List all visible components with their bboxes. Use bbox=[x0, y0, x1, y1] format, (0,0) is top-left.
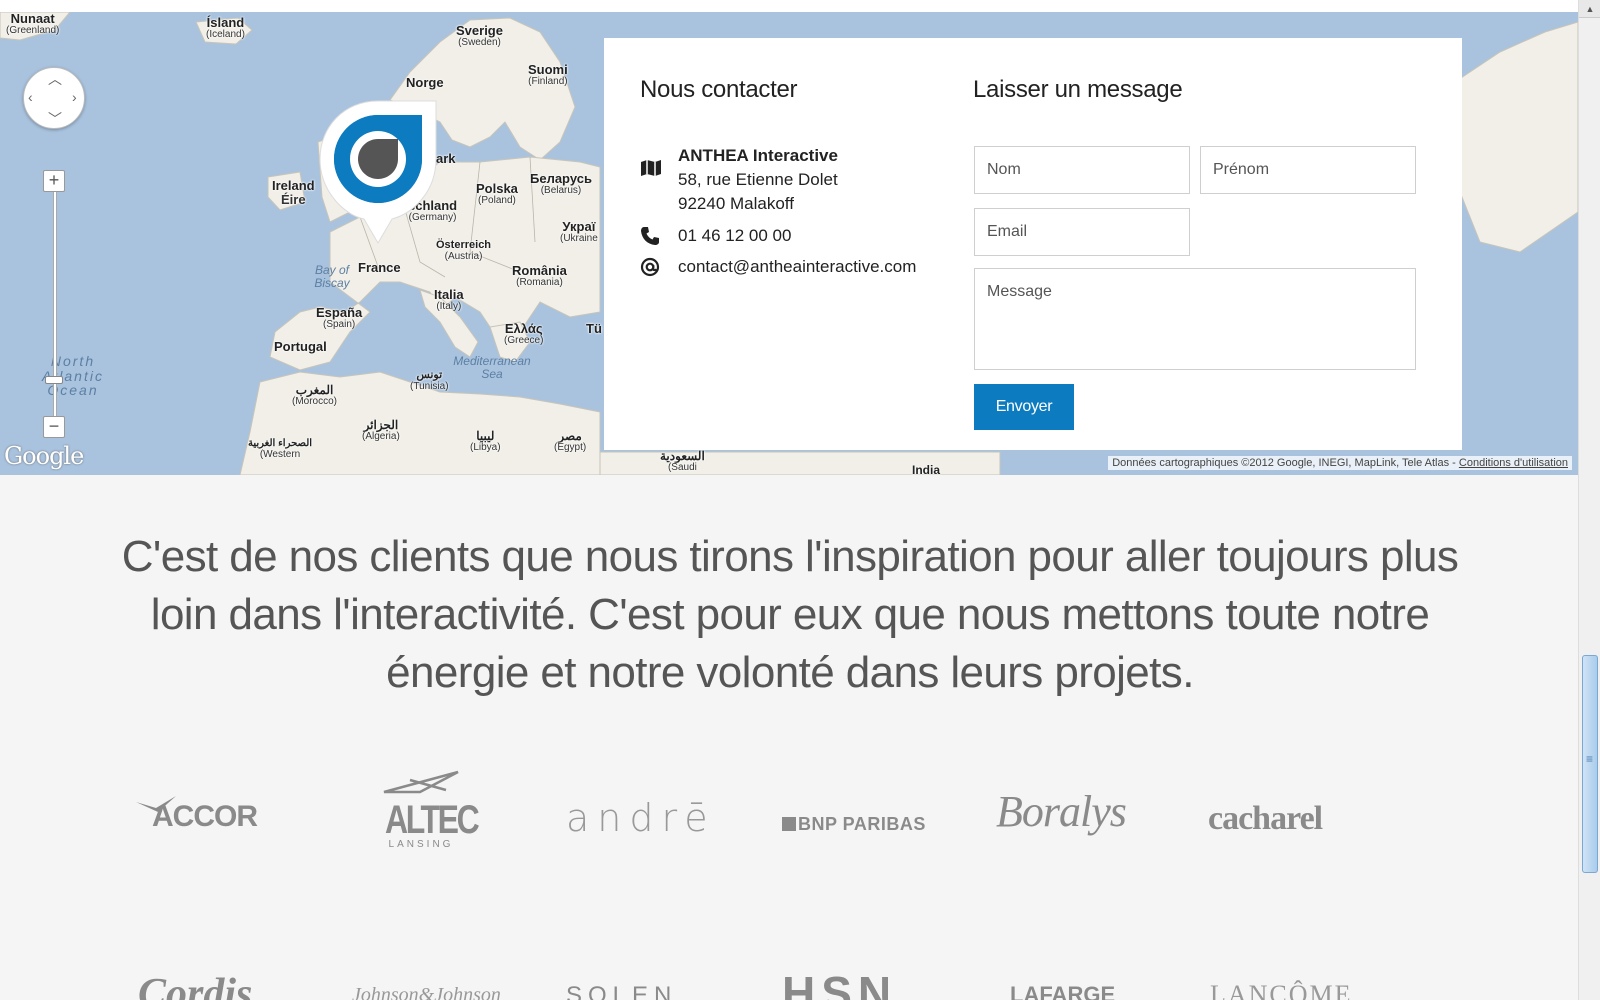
contact-card: Nous contacter ANTHEA Interactive 58, ru… bbox=[604, 38, 1462, 450]
send-button[interactable]: Envoyer bbox=[974, 384, 1074, 430]
client-logo-cacharel: cacharel bbox=[1208, 800, 1323, 837]
email-input[interactable] bbox=[974, 208, 1190, 256]
location-pin-logo-icon[interactable] bbox=[316, 97, 440, 247]
map-label-saudi: السعودية (Saudi bbox=[660, 449, 705, 473]
company-name: ANTHEA Interactive bbox=[678, 146, 838, 165]
map-label-mediterranean: Mediterranean Sea bbox=[453, 354, 531, 381]
page-scrollbar[interactable]: ▲ bbox=[1578, 0, 1600, 1000]
map-label-italy: Italia (Italy) bbox=[434, 287, 464, 312]
client-logo-lafarge: LAFARGE bbox=[1010, 982, 1116, 1000]
map-zoom-in-button[interactable]: + bbox=[43, 170, 65, 192]
map-terms-link[interactable]: Conditions d'utilisation bbox=[1459, 457, 1568, 469]
map-zoom-out-button[interactable]: − bbox=[43, 416, 65, 438]
pan-left-icon[interactable]: ‹ bbox=[28, 90, 33, 104]
map-icon bbox=[640, 144, 678, 192]
map-label-algeria: الجزائر (Algeria) bbox=[362, 418, 400, 442]
map-label-egypt: مصر (Egypt) bbox=[554, 429, 587, 453]
map-zoom-track[interactable] bbox=[53, 190, 57, 430]
client-logo-hsn: HSN bbox=[782, 967, 898, 1000]
client-logo-lancome: LANCÔME bbox=[1210, 980, 1353, 1000]
altec-wing-icon bbox=[383, 770, 459, 794]
map-label-iceland: Ísland (Iceland) bbox=[206, 15, 245, 40]
map-label-turkey: Tü bbox=[586, 321, 602, 336]
map-attribution-text: Données cartographiques ©2012 Google, IN… bbox=[1112, 457, 1459, 469]
address-line-2: 92240 Malakoff bbox=[678, 194, 794, 213]
client-logo-boralys: Boralys bbox=[996, 787, 1127, 836]
bnp-star-icon bbox=[782, 817, 796, 831]
map-attribution: Données cartographiques ©2012 Google, IN… bbox=[1108, 456, 1572, 470]
nom-input[interactable] bbox=[974, 146, 1190, 194]
map-pan-control[interactable]: ︿ ﹀ ‹ › bbox=[23, 67, 85, 129]
prenom-input[interactable] bbox=[1200, 146, 1416, 194]
phone-icon bbox=[640, 224, 678, 248]
scroll-thumb[interactable] bbox=[1582, 655, 1598, 873]
map-label-greenland: Nunaat (Greenland) bbox=[6, 12, 60, 36]
map-label-norway: Norge bbox=[406, 75, 444, 90]
contact-email: contact@antheainteractive.com bbox=[640, 255, 916, 279]
client-logo-cordis: Cordis bbox=[138, 971, 253, 1000]
map-label-belarus: Беларусь (Belarus) bbox=[530, 171, 592, 196]
map-label-greece: Ελλάς (Greece) bbox=[504, 321, 544, 346]
client-logo-johnson: Johnson&Johnson bbox=[352, 984, 501, 1000]
contact-title: Nous contacter bbox=[640, 76, 798, 103]
client-logo-bnp-paribas: BNP PARIBAS bbox=[782, 814, 926, 835]
map-label-morocco: المغرب (Morocco) bbox=[292, 383, 338, 407]
address-line-1: 58, rue Etienne Dolet bbox=[678, 170, 838, 189]
client-logo-solen: SOLEN bbox=[566, 982, 678, 1000]
map-label-france: France bbox=[358, 260, 401, 275]
map-label-portugal: Portugal bbox=[274, 339, 327, 354]
at-sign-icon bbox=[640, 255, 678, 279]
contact-address: ANTHEA Interactive 58, rue Etienne Dolet… bbox=[640, 144, 838, 216]
map-label-tunisia: تونس (Tunisia) bbox=[410, 369, 449, 392]
map-label-finland: Suomi (Finland) bbox=[528, 62, 568, 87]
message-textarea[interactable] bbox=[974, 268, 1416, 370]
client-logo-andre: andrē bbox=[566, 796, 716, 840]
map-label-ukraine: Украї (Ukraine bbox=[560, 219, 598, 244]
map-zoom-slider-handle[interactable] bbox=[45, 376, 63, 384]
map-label-india: India bbox=[912, 463, 941, 475]
map-label-libya: ليبيا (Libya) bbox=[470, 429, 501, 453]
pan-up-icon[interactable]: ︿ bbox=[48, 72, 62, 86]
google-logo: Google bbox=[4, 442, 84, 470]
map-label-poland: Polska (Poland) bbox=[476, 181, 518, 206]
pan-down-icon[interactable]: ﹀ bbox=[48, 112, 62, 126]
map-label-romania: România (Romania) bbox=[512, 263, 567, 288]
accor-bird-icon bbox=[136, 796, 176, 812]
map-label-ireland: Ireland Éire bbox=[272, 178, 315, 207]
phone-number[interactable]: 01 46 12 00 00 bbox=[678, 224, 791, 248]
client-logo-altec: ALTEC LANSING bbox=[376, 770, 480, 850]
map-label-bay-of-biscay: Bay of Biscay bbox=[314, 263, 350, 290]
tagline: C'est de nos clients que nous tirons l'i… bbox=[121, 532, 1459, 697]
map-label-western-sahara: الصحراء الغربية (Western bbox=[248, 438, 313, 460]
client-logo-accor: ACCOR bbox=[136, 796, 258, 834]
map-label-sweden: Sverige (Sweden) bbox=[456, 23, 503, 48]
map-label-austria: Österreich (Austria) bbox=[436, 239, 492, 262]
form-title: Laisser un message bbox=[973, 76, 1183, 103]
map-label-spain: España (Spain) bbox=[316, 305, 363, 330]
email-address[interactable]: contact@antheainteractive.com bbox=[678, 255, 916, 279]
pan-right-icon[interactable]: › bbox=[72, 90, 77, 104]
top-strip bbox=[0, 0, 1600, 12]
contact-phone: 01 46 12 00 00 bbox=[640, 224, 791, 248]
scroll-up-arrow-icon[interactable]: ▲ bbox=[1579, 0, 1600, 18]
